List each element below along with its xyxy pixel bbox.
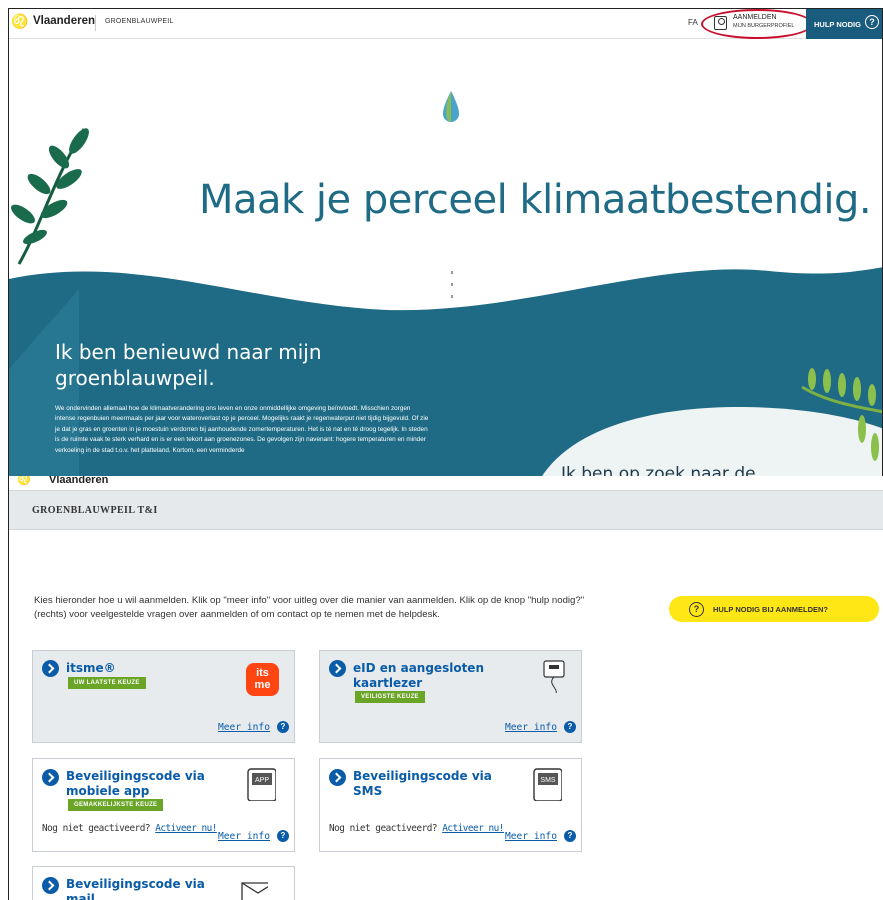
login-option-mail[interactable]: Beveiligingscode via mail xyxy=(32,866,295,900)
more-info-link[interactable]: Meer info xyxy=(505,831,557,842)
leaf-decoration-right xyxy=(801,368,882,461)
phone-app-icon: APP xyxy=(247,768,276,801)
login-option-mobile-app[interactable]: Beveiligingscode via mobiele app GEMAKKE… xyxy=(32,758,295,852)
flemish-lion-logo-icon[interactable]: ♌ xyxy=(11,13,28,33)
scroll-indicator xyxy=(451,271,453,274)
phone-sms-icon: SMS xyxy=(533,768,562,801)
user-profile-icon xyxy=(714,16,727,30)
question-icon: ? xyxy=(865,15,879,29)
option-title: Beveiligingscode via mail xyxy=(66,877,205,900)
water-drop-icon xyxy=(443,91,459,122)
mail-icon xyxy=(241,882,268,900)
leaf-decoration-left xyxy=(11,128,89,265)
help-label: HULP NODIG xyxy=(814,20,861,29)
chevron-right-icon xyxy=(329,660,346,677)
section-title: Ik ben benieuwd naar mijn groenblauwpeil… xyxy=(55,340,322,390)
option-badge: VEILIGSTE KEUZE xyxy=(355,691,425,703)
chevron-right-icon xyxy=(42,769,59,786)
not-activated-text: Nog niet geactiveerd? xyxy=(42,823,151,834)
more-info-link[interactable]: Meer info xyxy=(505,722,557,733)
top-navigation: ♌ Vlaanderen GROENBLAUWPEIL FA AANMELDEN… xyxy=(9,9,882,39)
activate-link[interactable]: Activeer nu! xyxy=(442,823,504,834)
app-title-bar: GROENBLAUWPEIL T&I xyxy=(9,490,883,530)
activate-link[interactable]: Activeer nu! xyxy=(155,823,217,834)
help-login-button[interactable]: ? HULP NODIG BIJ AANMELDEN? xyxy=(669,596,879,622)
chevron-right-icon xyxy=(42,877,59,894)
icon-label: SMS xyxy=(540,777,556,784)
option-title: Beveiligingscode via SMS xyxy=(353,769,492,798)
login-option-sms[interactable]: Beveiligingscode via SMS SMS Nog niet ge… xyxy=(319,758,582,852)
itsme-logo-icon: its me xyxy=(246,663,279,696)
option-badge: UW LAATSTE KEUZE xyxy=(68,677,146,689)
more-info-link[interactable]: Meer info xyxy=(218,722,270,733)
scroll-indicator xyxy=(451,283,453,286)
help-login-label: HULP NODIG BIJ AANMELDEN? xyxy=(713,605,829,614)
faq-link[interactable]: FA xyxy=(688,18,698,27)
divider xyxy=(95,15,96,31)
app-name[interactable]: GROENBLAUWPEIL xyxy=(105,18,174,25)
activation-text: Nog niet geactiveerd? Activeer nu! xyxy=(329,823,504,835)
login-button[interactable]: AANMELDEN MIJN BURGERPROFIEL xyxy=(701,9,813,39)
landing-page-screenshot: ♌ Vlaanderen GROENBLAUWPEIL FA AANMELDEN… xyxy=(8,8,883,480)
help-circle-icon[interactable]: ? xyxy=(277,721,289,733)
flemish-lion-logo-icon[interactable]: ♌ xyxy=(17,476,31,486)
help-circle-icon[interactable]: ? xyxy=(564,721,576,733)
more-info-link[interactable]: Meer info xyxy=(218,831,270,842)
card-reader-icon xyxy=(543,660,565,693)
login-sublabel: MIJN BURGERPROFIEL xyxy=(733,23,795,29)
logo-text: its xyxy=(256,667,269,679)
login-option-itsme[interactable]: itsme® UW LAATSTE KEUZE its me Meer info… xyxy=(32,650,295,743)
app-title: GROENBLAUWPEIL T&I xyxy=(32,505,158,516)
login-option-eid[interactable]: eID en aangesloten kaartlezer VEILIGSTE … xyxy=(319,650,582,743)
help-needed-button[interactable]: HULP NODIG ? xyxy=(806,9,882,39)
bottom-header: ♌ Vlaanderen xyxy=(9,476,883,489)
login-page-screenshot: ♌ Vlaanderen GROENBLAUWPEIL T&I Kies hie… xyxy=(8,476,883,900)
not-activated-text: Nog niet geactiveerd? xyxy=(329,823,438,834)
brand-name[interactable]: Vlaanderen xyxy=(49,476,108,486)
login-label: AANMELDEN xyxy=(733,14,777,21)
option-title: Beveiligingscode via mobiele app xyxy=(66,769,205,798)
question-icon: ? xyxy=(689,602,704,617)
option-title: eID en aangesloten kaartlezer xyxy=(353,661,484,690)
brand-name[interactable]: Vlaanderen xyxy=(33,15,95,27)
help-circle-icon[interactable]: ? xyxy=(564,830,576,842)
option-title: itsme® xyxy=(66,661,116,675)
section-text: We ondervinden allemaal hoe de klimaatve… xyxy=(55,405,429,454)
icon-label: APP xyxy=(255,777,269,784)
scroll-indicator xyxy=(451,295,453,298)
logo-text: me xyxy=(254,679,271,691)
chevron-right-icon xyxy=(42,660,59,677)
hero-title: Maak je perceel klimaatbestendig. xyxy=(199,177,872,223)
login-instructions: Kies hieronder hoe u wil aanmelden. Klik… xyxy=(34,595,585,620)
option-badge: GEMAKKELIJKSTE KEUZE xyxy=(68,799,164,811)
help-circle-icon[interactable]: ? xyxy=(277,830,289,842)
chevron-right-icon xyxy=(329,769,346,786)
activation-text: Nog niet geactiveerd? Activeer nu! xyxy=(42,823,217,835)
